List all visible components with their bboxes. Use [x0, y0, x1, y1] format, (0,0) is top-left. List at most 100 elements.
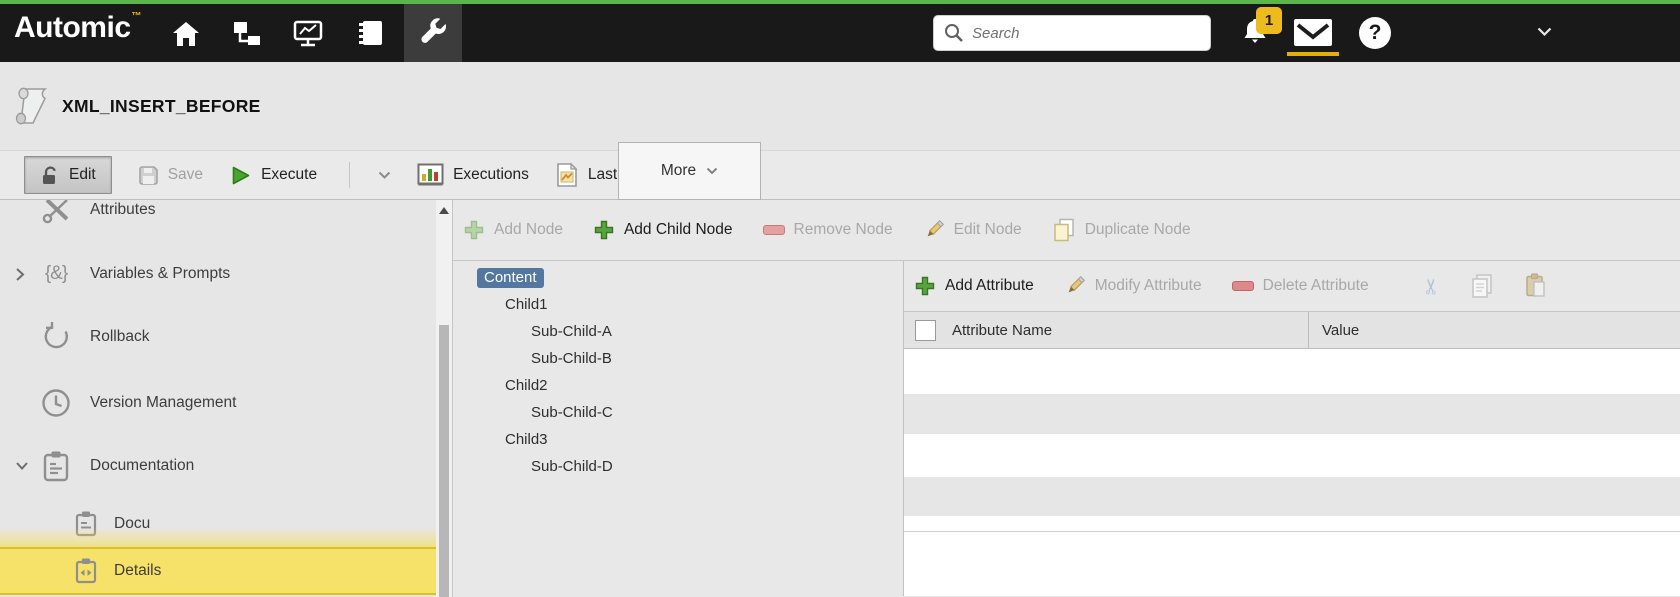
process-assembly-nav-button[interactable] [218, 4, 276, 62]
scissors-icon: ✂ [1419, 277, 1443, 295]
chevron-down-icon [1537, 27, 1552, 37]
help-button[interactable]: ? [1359, 17, 1391, 49]
sidebar-item-version-management[interactable]: Version Management [0, 383, 436, 423]
tree-node[interactable]: Sub-Child-C [453, 399, 903, 426]
tree-node[interactable]: Sub-Child-D [453, 453, 903, 480]
object-title-bar: XML_INSERT_BEFORE [0, 62, 1680, 150]
trademark-symbol: ™ [131, 11, 142, 22]
tree-node-label: Sub-Child-B [531, 350, 612, 367]
clipboard-icon [38, 449, 74, 483]
editor-panels: Content Child1 Sub-Child-A Sub-Child-B C… [453, 261, 1680, 596]
empty-table-row [904, 394, 1680, 434]
tree-node[interactable]: Sub-Child-A [453, 318, 903, 345]
object-sections-sidebar: Attributes {&} Variables & Prompts Rollb… [0, 200, 436, 597]
add-attribute-button[interactable]: Add Attribute [914, 275, 1034, 297]
sidebar-item-label: Variables & Prompts [90, 265, 231, 282]
empty-table-row [904, 434, 1680, 477]
column-divider [1308, 312, 1309, 349]
notification-count: 1 [1264, 12, 1274, 29]
chevron-down-icon[interactable] [15, 461, 29, 471]
more-dropdown-button[interactable]: More [618, 142, 761, 200]
sidebar-item-details-selected[interactable]: Details [0, 547, 436, 595]
tree-node-label: Content [477, 267, 544, 288]
tree-node[interactable]: Sub-Child-B [453, 345, 903, 372]
edit-button-label: Edit [69, 166, 96, 183]
add-child-node-button[interactable]: Add Child Node [593, 219, 733, 241]
cut-attribute-button[interactable]: ✂ [1420, 274, 1443, 299]
brand-text: Automic [14, 11, 131, 44]
messages-button-selected[interactable] [1294, 19, 1332, 46]
object-toolbar: Edit Save Execute Executions Last Report… [0, 142, 1680, 200]
tree-node[interactable]: Child1 [453, 291, 903, 318]
executions-button[interactable]: Executions [417, 156, 529, 194]
add-node-label: Add Node [494, 221, 563, 238]
modify-attribute-button[interactable]: Modify Attribute [1064, 275, 1202, 297]
select-all-checkbox[interactable] [915, 320, 936, 341]
catalog-nav-button[interactable] [342, 4, 400, 62]
table-empty-area [904, 531, 1680, 596]
execute-button[interactable]: Execute [229, 156, 317, 194]
global-search [933, 15, 1211, 51]
scrollbar-thumb[interactable] [439, 325, 449, 597]
chevron-down-icon [706, 167, 718, 175]
tree-node-label: Sub-Child-D [531, 458, 613, 475]
home-nav-button[interactable] [157, 4, 215, 62]
add-attribute-label: Add Attribute [945, 277, 1034, 294]
search-icon [944, 23, 964, 43]
duplicate-node-button[interactable]: Duplicate Node [1052, 218, 1191, 242]
tree-node-label: Child1 [505, 296, 548, 313]
duplicate-node-label: Duplicate Node [1084, 221, 1191, 238]
wrench-icon [418, 18, 448, 48]
copy-icon [1470, 273, 1494, 299]
remove-node-button[interactable]: Remove Node [762, 221, 893, 239]
sidebar-scrollbar[interactable] [436, 200, 452, 597]
user-menu-caret[interactable] [1537, 27, 1552, 37]
delete-attribute-label: Delete Attribute [1262, 277, 1369, 294]
delete-attribute-button[interactable]: Delete Attribute [1231, 277, 1369, 295]
tree-node-selected[interactable]: Content [453, 264, 903, 291]
tree-node[interactable]: Child2 [453, 372, 903, 399]
crossed-tools-icon [38, 200, 74, 226]
remove-node-label: Remove Node [793, 221, 893, 238]
minus-icon [762, 225, 785, 235]
sidebar-item-attributes[interactable]: Attributes [0, 200, 436, 230]
open-lock-icon [40, 165, 60, 186]
copy-attribute-button[interactable] [1470, 273, 1494, 299]
attributes-panel: Add Attribute Modify Attribute Delete At… [904, 261, 1680, 596]
process-development-nav-button-active[interactable] [404, 4, 462, 62]
sidebar-item-rollback[interactable]: Rollback [0, 317, 436, 357]
tree-node-label: Sub-Child-C [531, 404, 613, 421]
play-icon [229, 164, 252, 187]
search-input[interactable] [972, 24, 1200, 42]
save-button[interactable]: Save [138, 156, 203, 194]
plus-icon [593, 219, 615, 241]
attribute-name-column-header: Attribute Name [952, 321, 1053, 339]
xml-tree-panel: Content Child1 Sub-Child-A Sub-Child-B C… [453, 261, 904, 596]
empty-table-row [904, 477, 1680, 516]
execute-dropdown-caret[interactable] [378, 156, 391, 194]
scrollbar-up-arrow[interactable] [438, 204, 450, 216]
edit-node-button[interactable]: Edit Node [923, 219, 1022, 241]
chevron-right-icon[interactable] [15, 267, 29, 282]
home-icon [171, 19, 201, 47]
sidebar-item-documentation[interactable]: Documentation [0, 446, 436, 486]
chevron-down-icon [378, 171, 391, 180]
value-column-header: Value [1322, 321, 1360, 339]
sidebar-item-variables-prompts[interactable]: {&} Variables & Prompts [0, 254, 436, 294]
page-title: XML_INSERT_BEFORE [62, 95, 261, 116]
sidebar-item-label: Rollback [90, 328, 150, 345]
report-document-icon [555, 162, 579, 188]
add-child-node-label: Add Child Node [623, 221, 733, 238]
brand-logo: Automic™ [14, 11, 141, 45]
edit-node-label: Edit Node [953, 221, 1022, 238]
sidebar-item-label: Documentation [90, 457, 195, 474]
edit-button[interactable]: Edit [24, 156, 112, 194]
duplicate-pages-icon [1052, 218, 1076, 242]
paste-attribute-button[interactable] [1524, 273, 1548, 299]
empty-table-row [904, 349, 1680, 394]
add-node-button[interactable]: Add Node [463, 219, 563, 241]
tree-node[interactable]: Child3 [453, 426, 903, 453]
process-monitoring-nav-button[interactable] [279, 4, 337, 62]
sidebar-item-label: Attributes [90, 201, 156, 218]
plus-icon [914, 275, 936, 297]
